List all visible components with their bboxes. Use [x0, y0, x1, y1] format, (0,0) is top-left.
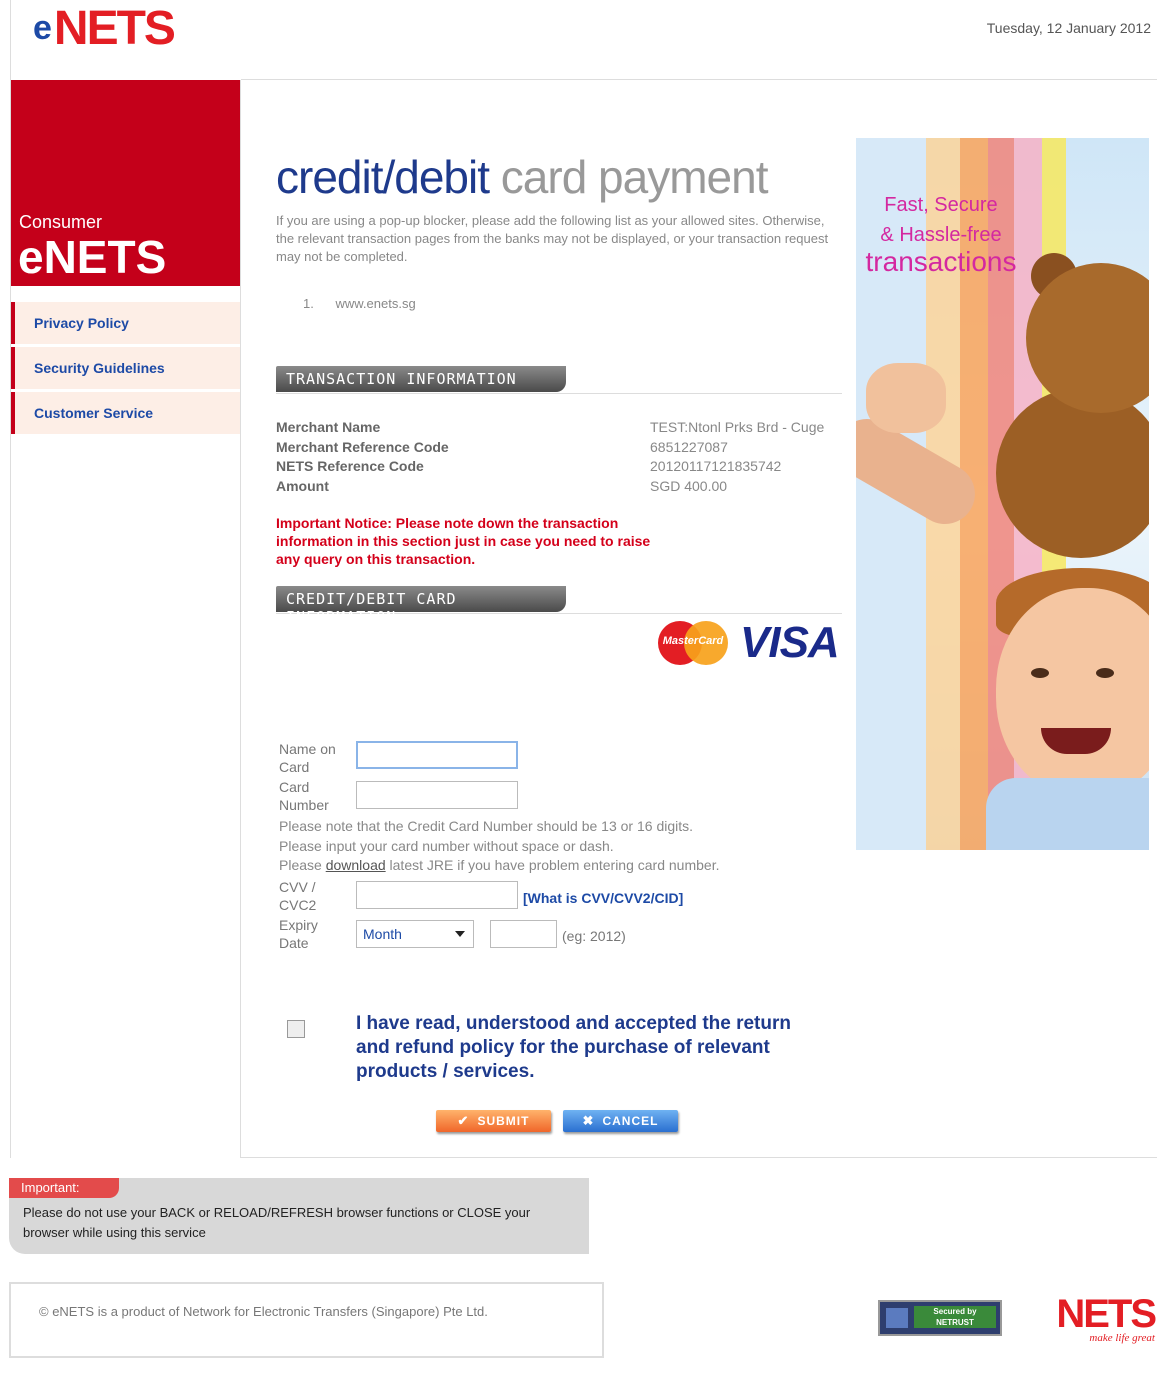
nets-logo-text: NETS: [1056, 1292, 1157, 1336]
netrust-icon: [886, 1308, 908, 1328]
card-number-label: Card Number: [279, 779, 329, 813]
table-row: NETS Reference Code 20120117121835742: [276, 457, 842, 477]
download-jre-link[interactable]: download: [326, 857, 386, 873]
boy-shirt: [986, 778, 1149, 850]
content-divider: [241, 1157, 1157, 1158]
cvv-label: CVV / CVC2: [279, 879, 317, 913]
sidebar-item-privacy-policy[interactable]: Privacy Policy: [11, 302, 240, 344]
allowed-site: www.enets.sg: [335, 296, 416, 311]
consumer-brand: eNETS: [18, 231, 167, 283]
main-content: credit/debit card payment If you are usi…: [276, 150, 846, 1132]
visa-logo: VISA: [740, 618, 840, 667]
banner-line-3: transactions: [865, 246, 1017, 277]
info-key: Merchant Name: [276, 419, 381, 435]
important-warning: Important: Please do not use your BACK o…: [9, 1178, 589, 1254]
consumer-enets-panel: Consumer eNETS: [11, 80, 240, 286]
transaction-info-table: Merchant Name TEST:Ntonl Prks Brd - Cuge…: [276, 418, 842, 496]
sidebar: Consumer eNETS Privacy Policy Security G…: [10, 80, 241, 1158]
header-bar: Tuesday, 12 January 2012: [241, 8, 1157, 80]
logo-e: e: [33, 8, 52, 47]
sidebar-item-label: Security Guidelines: [34, 360, 165, 376]
copyright-box: © eNETS is a product of Network for Elec…: [9, 1282, 604, 1358]
page-title-part2: card payment: [500, 151, 769, 203]
logo-area: e NETS: [10, 0, 241, 80]
close-icon: ✖: [582, 1113, 595, 1128]
submit-label: Submit: [477, 1114, 530, 1128]
transaction-info-section: Transaction Information: [276, 366, 842, 394]
chevron-down-icon: [455, 931, 465, 937]
table-row: Merchant Reference Code 6851227087: [276, 438, 842, 458]
info-key: NETS Reference Code: [276, 458, 424, 474]
sidebar-item-label: Privacy Policy: [34, 315, 129, 331]
list-item-number: 1.: [303, 296, 314, 311]
info-value: TEST:Ntonl Prks Brd - Cuge: [650, 419, 825, 435]
info-value: 20120117121835742: [650, 458, 782, 474]
cancel-label: Cancel: [602, 1114, 659, 1128]
table-row: Amount SGD 400.00: [276, 477, 842, 497]
boy-face: [996, 588, 1149, 798]
card-info-section: Credit/Debit Card Information: [276, 586, 842, 626]
netrust-text: Secured by NETRUST: [914, 1306, 996, 1328]
expiry-date-label: Expiry Date: [279, 917, 318, 951]
mastercard-logo: MasterCard: [658, 621, 728, 665]
boy-eye: [1096, 668, 1114, 678]
year-hint: (eg: 2012): [562, 928, 626, 944]
check-icon: ✔: [457, 1113, 470, 1128]
allowed-sites-list: 1. www.enets.sg: [303, 296, 846, 311]
section-header: Credit/Debit Card Information: [276, 586, 566, 626]
name-on-card-label: Name on Card: [279, 741, 336, 775]
card-number-help: Please note that the Credit Card Number …: [279, 817, 719, 876]
expiry-month-select[interactable]: Month: [356, 920, 474, 948]
card-number-input[interactable]: [356, 781, 518, 809]
page-title-part1: credit/debit: [276, 151, 490, 203]
important-notice: Important Notice: Please note down the t…: [276, 515, 651, 567]
important-tag: Important:: [9, 1178, 119, 1198]
info-value: 6851227087: [650, 438, 728, 455]
boy-eye: [1031, 668, 1049, 678]
help-line-jre: Please download latest JRE if you have p…: [279, 857, 720, 873]
copyright-text: © eNETS is a product of Network for Elec…: [39, 1304, 488, 1319]
netrust-badge[interactable]: Secured by NETRUST: [878, 1300, 1002, 1336]
page-title: credit/debit card payment: [276, 150, 846, 204]
sidebar-item-label: Customer Service: [34, 405, 154, 421]
mastercard-text: MasterCard: [662, 635, 724, 647]
help-line-digits: Please note that the Credit Card Number …: [279, 818, 694, 834]
enets-logo[interactable]: e NETS: [33, 2, 176, 55]
table-row: Merchant Name TEST:Ntonl Prks Brd - Cuge: [276, 418, 842, 438]
selected-month: Month: [363, 926, 402, 942]
sidebar-item-customer-service[interactable]: Customer Service: [11, 392, 240, 434]
sidebar-nav: Privacy Policy Security Guidelines Custo…: [11, 302, 240, 434]
banner-line-2: & Hassle-free: [880, 224, 1002, 246]
banner-line-1: Fast, Secure: [884, 194, 998, 216]
nets-footer-logo: NETS make life great: [1040, 1292, 1157, 1344]
what-is-cvv-link[interactable]: [What is CVV/CVV2/CID]: [523, 890, 683, 906]
popup-blocker-intro: If you are using a pop-up blocker, pleas…: [276, 213, 829, 264]
name-on-card-input[interactable]: [356, 741, 518, 769]
section-header: Transaction Information: [276, 366, 566, 392]
cvv-input[interactable]: [356, 881, 518, 909]
cancel-button[interactable]: ✖ Cancel: [563, 1110, 678, 1132]
current-date: Tuesday, 12 January 2012: [986, 20, 1151, 36]
agree-text: I have read, understood and accepted the…: [356, 1013, 791, 1082]
info-key: Amount: [276, 477, 329, 494]
help-line-no-space: Please input your card number without sp…: [279, 837, 614, 854]
important-message: Please do not use your BACK or RELOAD/RE…: [23, 1205, 531, 1240]
info-value: SGD 400.00: [650, 477, 728, 494]
hand-shape: [866, 363, 946, 433]
logo-nets: NETS: [53, 1, 176, 55]
expiry-year-input[interactable]: [490, 920, 557, 948]
info-key: Merchant Reference Code: [276, 438, 449, 455]
sidebar-item-security-guidelines[interactable]: Security Guidelines: [11, 347, 240, 389]
submit-button[interactable]: ✔ Submit: [436, 1110, 551, 1132]
agree-checkbox[interactable]: [287, 1020, 305, 1038]
promo-banner: Fast, Secure & Hassle-free transactions: [856, 138, 1149, 850]
card-logos: MasterCard VISA: [658, 618, 840, 668]
